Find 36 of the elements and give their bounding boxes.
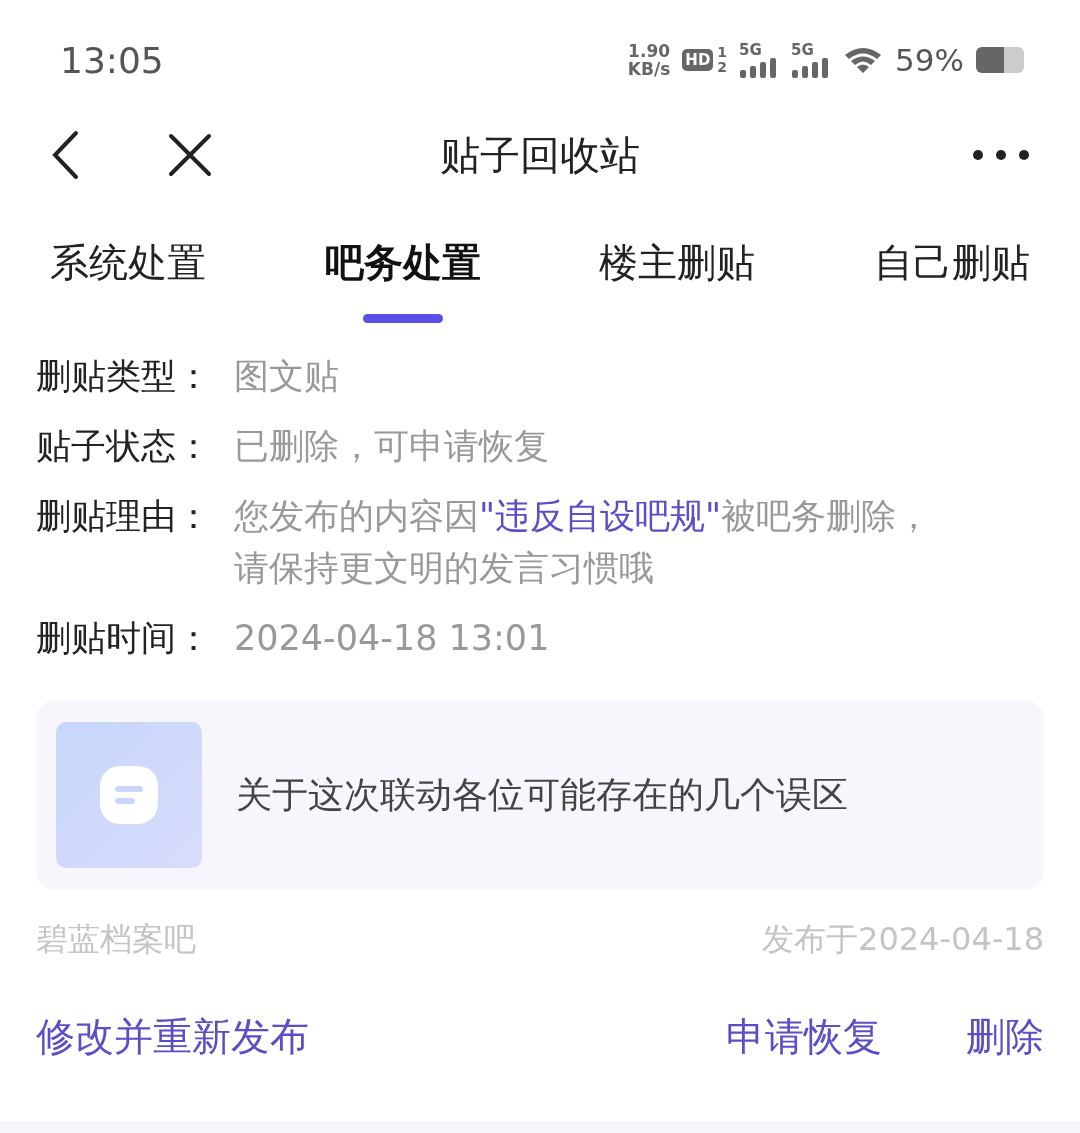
tab[interactable]: 楼主删贴 bbox=[599, 228, 756, 332]
tab[interactable]: 吧务处置 bbox=[324, 228, 481, 332]
network-type: 5G bbox=[739, 42, 762, 58]
field-value: 已删除，可申请恢复 bbox=[234, 425, 549, 468]
speed-value: 1.90 bbox=[628, 42, 671, 60]
sim-number: 1 bbox=[717, 45, 728, 60]
document-icon bbox=[100, 766, 158, 824]
publish-date: 发布于2024-04-18 bbox=[762, 919, 1044, 960]
hd-badge: HD bbox=[682, 49, 714, 71]
action-button[interactable]: 申请恢复 bbox=[726, 1010, 882, 1064]
speed-unit: KB/s bbox=[627, 60, 671, 78]
field-label: 删贴类型： bbox=[36, 355, 212, 398]
more-button[interactable] bbox=[972, 149, 1030, 161]
field-label: 删贴理由： bbox=[36, 495, 212, 538]
field-value: 图文贴 bbox=[234, 355, 339, 398]
clock-time: 13:05 bbox=[60, 39, 165, 81]
sim-number: 2 bbox=[717, 60, 728, 75]
post-title: 关于这次联动各位可能存在的几个误区 bbox=[236, 772, 848, 817]
back-button[interactable] bbox=[50, 130, 80, 180]
field-label: 删贴时间： bbox=[36, 617, 212, 660]
tab[interactable]: 系统处置 bbox=[50, 228, 206, 332]
rule-link[interactable]: "违反自设吧规" bbox=[479, 496, 722, 536]
page-title: 贴子回收站 bbox=[440, 131, 640, 178]
action-button[interactable]: 删除 bbox=[966, 1010, 1044, 1064]
wifi-icon bbox=[843, 45, 884, 75]
battery-percent: 59% bbox=[895, 42, 964, 78]
field-label: 贴子状态： bbox=[36, 425, 212, 468]
reason-text: 您发布的内容因"违反自设吧规"被吧务删除， 请保持更文明的发言习惯哦 bbox=[234, 495, 932, 590]
network-type: 5G bbox=[791, 42, 814, 58]
post-card[interactable]: 关于这次联动各位可能存在的几个误区 bbox=[36, 700, 1044, 890]
field-value: 2024-04-18 13:01 bbox=[234, 617, 550, 660]
battery-icon bbox=[976, 47, 1024, 73]
edit-republish-button[interactable]: 修改并重新发布 bbox=[36, 1010, 309, 1064]
tab[interactable]: 自己删贴 bbox=[873, 228, 1030, 332]
close-button[interactable] bbox=[168, 133, 212, 177]
forum-name: 碧蓝档案吧 bbox=[36, 919, 196, 960]
